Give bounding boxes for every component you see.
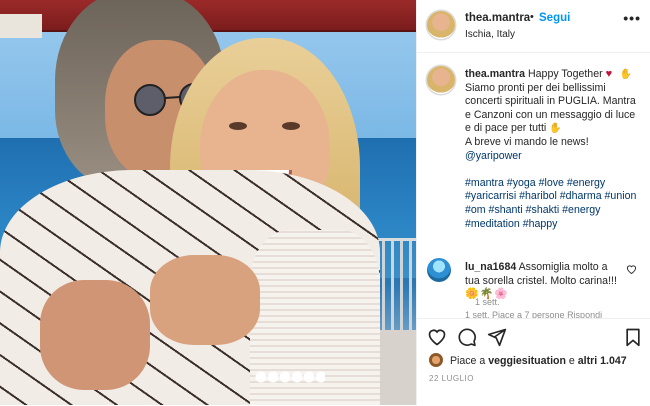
likes-summary[interactable]: Piace a veggiesituation e altri 1.047: [429, 353, 627, 367]
caption-username[interactable]: thea.mantra: [465, 68, 525, 80]
separator-dot: •: [530, 11, 534, 23]
avatar[interactable]: [427, 258, 451, 282]
comment-text: lu_na1684 Assomiglia molto a tua sorella…: [465, 261, 625, 302]
share-icon[interactable]: [487, 327, 507, 347]
follow-button[interactable]: Segui: [539, 12, 570, 24]
caption-text: thea.mantra Happy Together ♥ ✋ Siamo pro…: [465, 68, 643, 231]
comment-icon[interactable]: [457, 327, 477, 347]
more-icon[interactable]: •••: [623, 10, 641, 26]
photo-eye: [229, 122, 247, 130]
photo-hand: [40, 280, 150, 390]
photo-hand: [150, 255, 260, 345]
heart-icon[interactable]: [427, 327, 447, 347]
hashtags[interactable]: #mantra #yoga #love #energy #yaricarrisi…: [465, 177, 636, 230]
heart-icon[interactable]: [626, 264, 637, 277]
header-username[interactable]: thea.mantra: [465, 12, 530, 24]
likes-others[interactable]: altri 1.047: [578, 355, 627, 367]
bookmark-icon[interactable]: [623, 327, 643, 347]
pray-icon: ✋: [619, 69, 632, 80]
photo-building: [0, 14, 42, 38]
actions-bar: Piace a veggiesituation e altri 1.047 22…: [417, 318, 650, 406]
avatar: [429, 353, 443, 367]
pray-icon: ✋: [549, 123, 562, 135]
avatar[interactable]: [427, 66, 455, 94]
photo-bracelet: [255, 370, 325, 384]
post-header: thea.mantra • Segui Ischia, Italy •••: [417, 0, 650, 53]
photo-eye: [282, 122, 300, 130]
caption-line3: A breve vi mando le news!: [465, 135, 589, 148]
post-photo[interactable]: [0, 0, 416, 405]
comment-username[interactable]: lu_na1684: [465, 261, 516, 273]
mention-link[interactable]: @yaripower: [465, 150, 522, 162]
likes-prefix: Piace a: [449, 355, 486, 367]
broken-heart-icon: ♥: [605, 68, 613, 80]
location-link[interactable]: Ischia, Italy: [465, 29, 515, 40]
likes-mid: e: [568, 355, 575, 367]
post-date: 22 LUGLIO: [429, 374, 474, 383]
caption-line1: Happy Together: [528, 68, 603, 80]
likes-user[interactable]: veggiesituation: [488, 355, 566, 367]
comment-emojis: 🌼🌴🌸: [465, 288, 510, 301]
avatar[interactable]: [427, 11, 455, 39]
post-sidebar: thea.mantra • Segui Ischia, Italy ••• th…: [416, 0, 650, 406]
